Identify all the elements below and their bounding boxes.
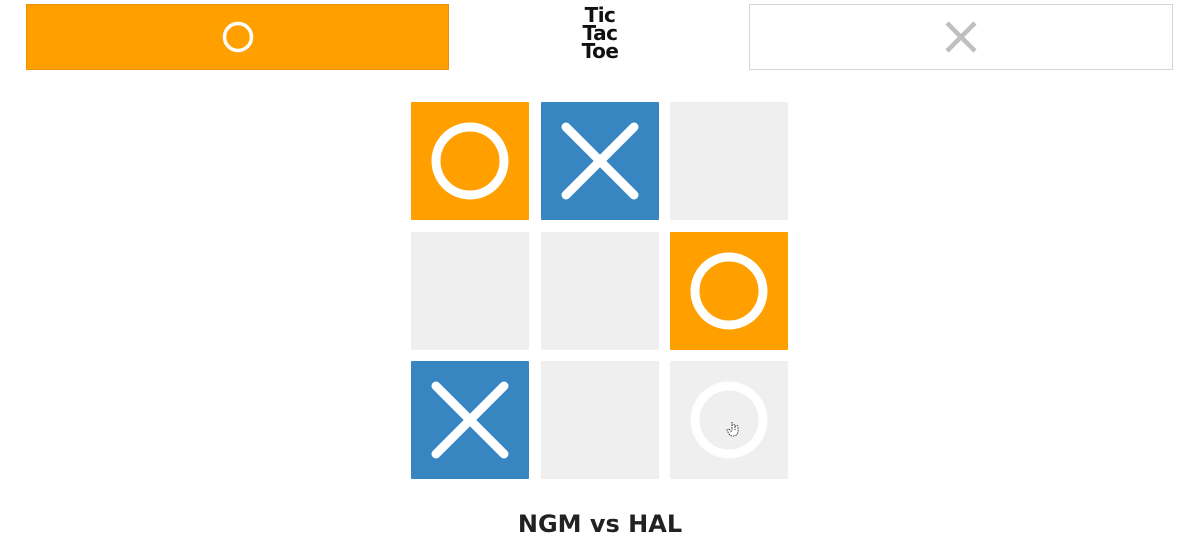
hand-cursor-icon — [726, 422, 739, 437]
game-screen: Tic Tac Toe NGM vs HAL — [0, 0, 1200, 550]
board-cell-3-1[interactable] — [411, 361, 529, 479]
o-icon — [222, 21, 253, 53]
board-cell-3-2[interactable] — [540, 361, 659, 479]
o-mark-icon — [690, 252, 768, 329]
player-o-panel[interactable] — [26, 4, 449, 70]
board-cell-2-2[interactable] — [540, 231, 659, 350]
x-mark-icon — [431, 381, 509, 459]
o-mark-icon — [431, 122, 509, 200]
board-cell-1-3[interactable] — [670, 102, 788, 220]
match-label: NGM vs HAL — [517, 510, 683, 538]
board-cell-2-1[interactable] — [411, 231, 529, 350]
logo-line-3: Toe — [581, 39, 619, 63]
board-cell-1-2[interactable] — [540, 102, 659, 220]
x-mark-icon — [561, 122, 638, 200]
board-cell-1-1[interactable] — [411, 102, 529, 220]
player-x-panel[interactable] — [749, 4, 1173, 70]
game-logo: Tic Tac Toe — [560, 5, 640, 63]
x-icon — [945, 21, 977, 53]
board-cell-2-3[interactable] — [670, 231, 788, 350]
